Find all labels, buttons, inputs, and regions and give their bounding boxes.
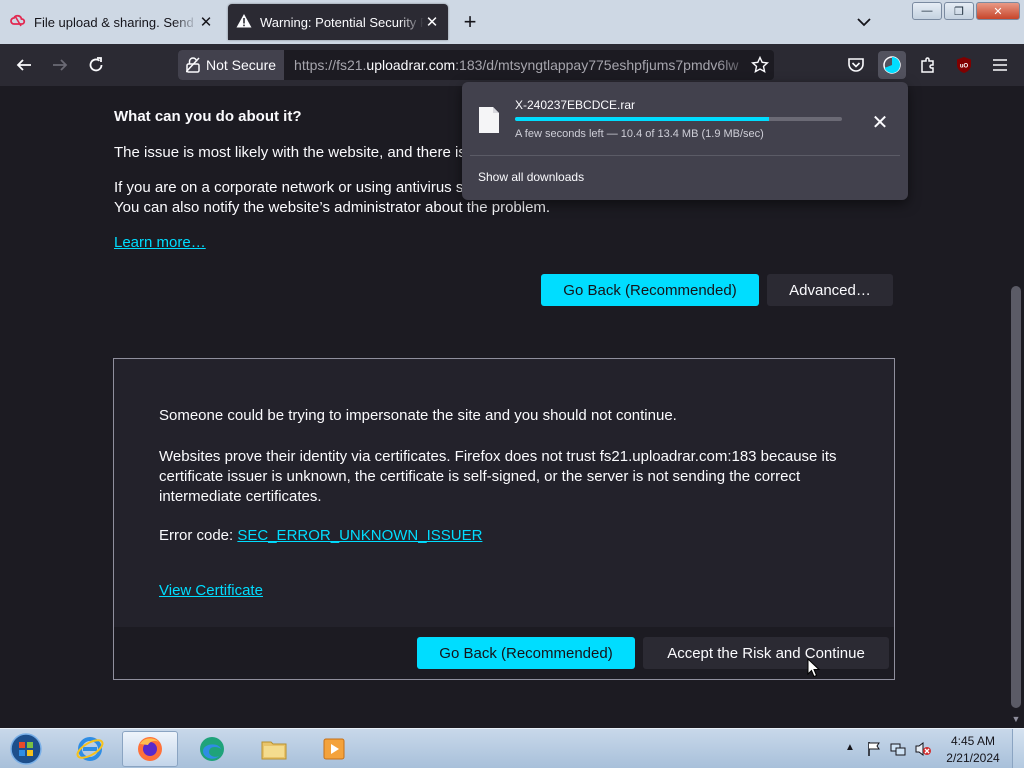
tab-title: File upload & sharing. Send large files [34, 14, 198, 30]
url-path: :183/d/mtsyngtlappay775eshpfjums7pmdv6lw [455, 57, 739, 73]
go-back-button-secondary[interactable]: Go Back (Recommended) [417, 637, 635, 669]
pocket-icon [848, 58, 864, 72]
folder-icon [261, 741, 287, 760]
tab-file-upload[interactable]: File upload & sharing. Send large files … [2, 4, 222, 40]
minimize-button[interactable]: — [912, 2, 942, 20]
scroll-down-arrow-icon[interactable]: ▼ [1011, 714, 1021, 724]
taskbar-file-explorer[interactable] [246, 731, 302, 767]
app-menu-button[interactable] [986, 51, 1014, 79]
advanced-panel-buttons: Go Back (Recommended) Accept the Risk an… [114, 627, 894, 679]
learn-more-link[interactable]: Learn more… [114, 234, 206, 251]
ublock-origin-button[interactable]: uO [950, 51, 978, 79]
download-progress-bar [515, 117, 842, 121]
download-progress-icon [883, 56, 901, 74]
corporate-network-line-2: You can also notify the website’s admini… [114, 199, 551, 216]
reload-icon [89, 57, 103, 72]
window-controls: — ❐ ✕ [912, 2, 1020, 20]
url-bar[interactable]: Not Secure https://fs21.uploadrar.com:18… [178, 50, 774, 80]
view-certificate-link[interactable]: View Certificate [159, 582, 263, 599]
forward-button[interactable] [46, 52, 74, 78]
puzzle-icon [921, 57, 934, 73]
go-back-button[interactable]: Go Back (Recommended) [541, 274, 759, 306]
firefox-icon [138, 737, 162, 761]
bookmark-star-button[interactable] [750, 55, 770, 75]
volume-muted-icon[interactable] [914, 741, 932, 757]
taskbar-media-player[interactable] [306, 731, 362, 767]
new-tab-button[interactable]: + [458, 9, 482, 34]
url-text[interactable]: https://fs21.uploadrar.com:183/d/mtsyngt… [294, 57, 774, 73]
restore-button[interactable]: ❐ [944, 2, 974, 20]
reload-button[interactable] [82, 52, 110, 78]
window-close-button[interactable]: ✕ [976, 2, 1020, 20]
certificate-explanation: Websites prove their identity via certif… [159, 448, 837, 505]
advanced-panel: Someone could be trying to impersonate t… [113, 358, 895, 680]
show-desktop-button[interactable] [1012, 729, 1024, 768]
extensions-button[interactable] [914, 51, 942, 79]
divider [470, 155, 900, 156]
taskbar-firefox[interactable] [122, 731, 178, 767]
star-icon [751, 56, 769, 73]
hamburger-menu-icon [993, 59, 1007, 71]
mouse-cursor-icon [807, 658, 821, 678]
page-scrollbar[interactable]: ▼ [1008, 86, 1024, 728]
warning-icon [236, 13, 252, 32]
windows-taskbar: ▲ 4:45 AM 2/21/2024 [0, 728, 1024, 768]
forward-arrow-icon [53, 59, 68, 71]
scrollbar-thumb[interactable] [1011, 286, 1021, 708]
url-prefix: https://fs21. [294, 57, 367, 73]
downloads-button[interactable] [878, 51, 906, 79]
ublock-shield-icon: uO [957, 57, 971, 73]
chevron-down-icon [857, 18, 871, 27]
action-center-flag-icon[interactable] [866, 741, 882, 757]
tab-security-warning[interactable]: Warning: Potential Security Risk Ahead ✕ [228, 4, 448, 40]
network-icon[interactable] [890, 741, 906, 757]
error-code-line: Error code: SEC_ERROR_UNKNOWN_ISSUER [159, 527, 482, 544]
taskbar-edge[interactable] [184, 731, 240, 767]
download-filename: X-240237EBCDCE.rar [515, 98, 636, 112]
file-icon [479, 107, 499, 133]
downloads-panel: X-240237EBCDCE.rar A few seconds left — … [462, 82, 908, 200]
site-identity-button[interactable]: Not Secure [178, 50, 285, 80]
url-host: uploadrar.com [366, 57, 456, 73]
tab-title: Warning: Potential Security Risk Ahead [260, 14, 424, 30]
taskbar-internet-explorer[interactable] [62, 731, 118, 767]
back-arrow-icon [16, 59, 31, 71]
tab-strip: File upload & sharing. Send large files … [0, 0, 1024, 44]
tab-close-icon[interactable]: ✕ [198, 14, 214, 31]
list-all-tabs-button[interactable] [852, 12, 876, 32]
show-all-downloads-button[interactable]: Show all downloads [478, 170, 584, 184]
not-secure-label: Not Secure [206, 57, 277, 73]
svg-text:uO: uO [960, 64, 969, 70]
download-status: A few seconds left — 10.4 of 13.4 MB (1.… [515, 128, 764, 140]
download-progress-fill [515, 117, 769, 121]
what-can-you-do-heading: What can you do about it? [114, 108, 302, 125]
tab-close-icon[interactable]: ✕ [424, 14, 440, 31]
internet-explorer-icon [76, 737, 104, 761]
advanced-button[interactable]: Advanced… [767, 274, 893, 306]
start-button[interactable] [6, 731, 46, 767]
clock[interactable]: 4:45 AM 2/21/2024 [938, 733, 1008, 767]
pocket-button[interactable] [842, 51, 870, 79]
issue-description: The issue is most likely with the websit… [114, 144, 466, 161]
cloud-link-icon [10, 13, 26, 32]
clock-time: 4:45 AM [950, 734, 996, 748]
cancel-download-button[interactable]: ✕ [866, 108, 894, 136]
error-code-label: Error code: [159, 527, 234, 544]
accept-risk-button[interactable]: Accept the Risk and Continue [643, 637, 889, 669]
windows-start-orb-icon [10, 733, 42, 765]
broken-lock-icon [186, 57, 200, 73]
edge-icon [200, 737, 224, 761]
media-player-icon [323, 738, 345, 760]
back-button[interactable] [10, 52, 38, 78]
impersonation-warning: Someone could be trying to impersonate t… [159, 407, 677, 424]
show-hidden-icons-chevron-icon[interactable]: ▲ [845, 742, 855, 753]
clock-date: 2/21/2024 [946, 751, 1000, 765]
navigation-toolbar: Not Secure https://fs21.uploadrar.com:18… [0, 44, 1024, 86]
error-code-link[interactable]: SEC_ERROR_UNKNOWN_ISSUER [237, 527, 482, 544]
